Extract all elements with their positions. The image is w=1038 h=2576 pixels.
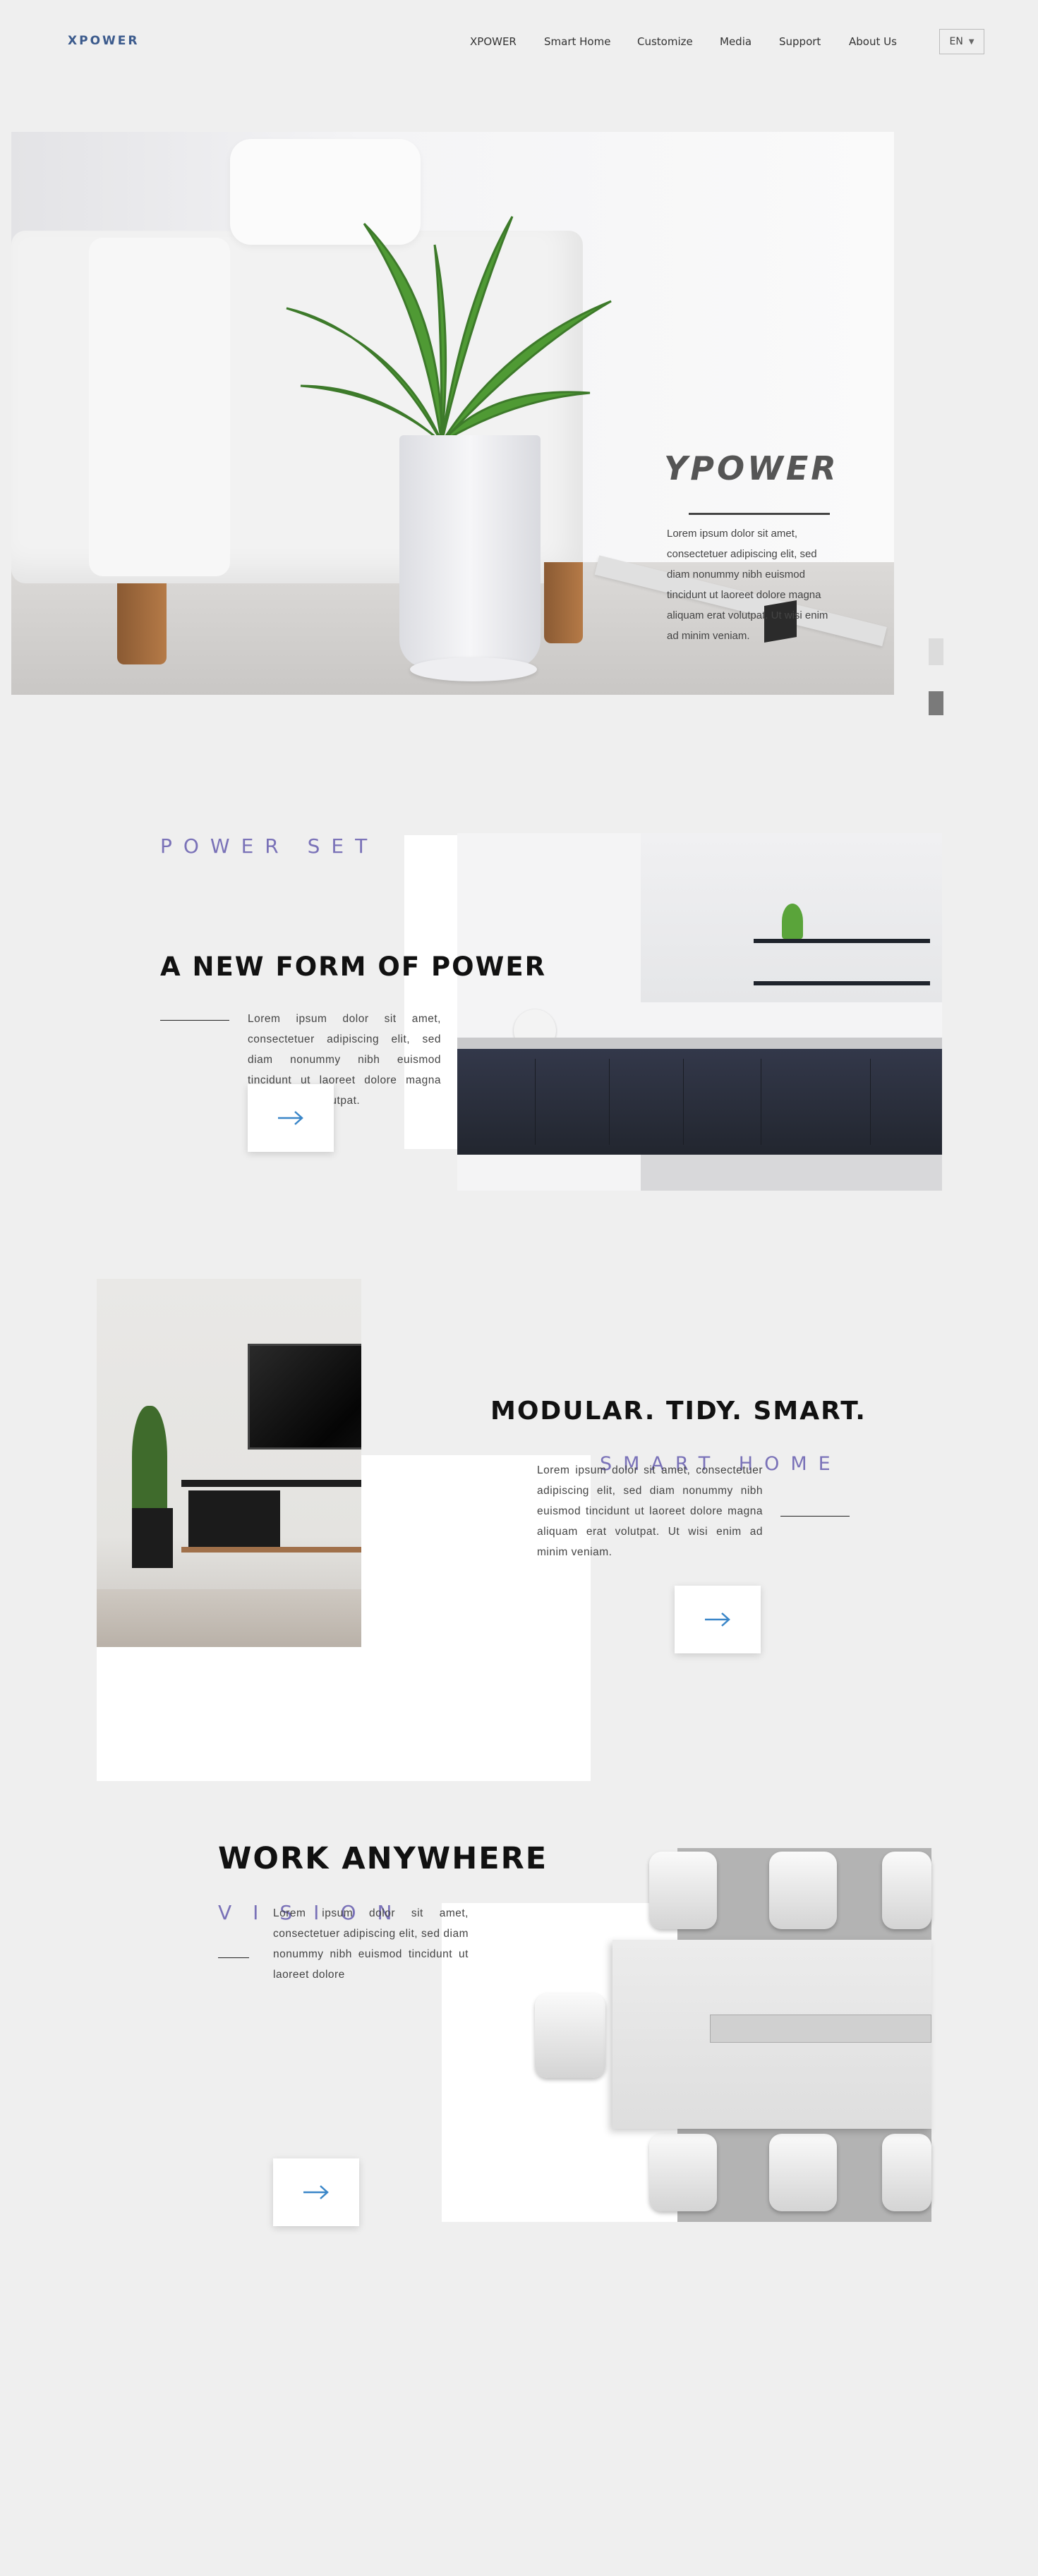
kitchen-floor [641,1155,942,1191]
sofa-leg [544,562,583,643]
plant-saucer [410,657,537,681]
nav-item-smart-home[interactable]: Smart Home [544,35,610,48]
plant-leaves-icon [286,216,612,444]
office-chair [649,2134,717,2211]
nav-item-about-us[interactable]: About Us [849,35,897,48]
nav-item-xpower[interactable]: XPOWER [470,35,517,48]
power-rail [710,2015,931,2043]
arrow-right-icon [705,1612,730,1627]
nav-item-media[interactable]: Media [720,35,752,48]
sofa-arm [89,238,230,576]
office-chair [882,1852,931,1929]
section-description: Lorem ipsum dolor sit amet, consectetuer… [537,1464,763,1558]
console-shelf [181,1547,361,1553]
office-chair [769,2134,837,2211]
nav-item-customize[interactable]: Customize [637,35,693,48]
cabinet-door [609,1059,610,1145]
plant-pot [399,435,541,668]
section-kicker: POWER SET [160,834,379,858]
power-set-more-button[interactable] [248,1084,334,1152]
kitchen-shelf [754,939,930,943]
kitchen-plant [782,904,803,939]
cabinet-door [683,1059,684,1145]
section-rule [160,1020,229,1021]
office-chair [535,1993,605,2078]
slide-indicator[interactable] [929,638,943,665]
living-plant [132,1406,167,1519]
slide-indicator-active[interactable] [929,691,943,715]
arrow-right-icon [278,1111,303,1125]
office-chair [882,2134,931,2211]
sofa-leg [117,583,167,664]
smart-home-more-button[interactable] [675,1586,761,1653]
office-chair [769,1852,837,1929]
cabinet-door [870,1059,871,1145]
language-select[interactable]: EN ▼ [939,29,984,54]
office-chair [649,1852,717,1929]
kitchen-shelf [754,981,930,985]
living-floor [97,1589,361,1647]
meeting-table [612,1940,931,2129]
kitchen-cabinets [457,1049,942,1155]
section-rule [780,1516,850,1517]
kitchen-image [457,833,942,1191]
section-rule [218,1957,249,1958]
hero-description: Lorem ipsum dolor sit amet, consectetuer… [667,528,828,642]
plant-pot [132,1508,173,1568]
hero-brand-logo: YPOWER [664,449,839,487]
section-title: A NEW FORM OF POWER [160,952,547,982]
section-description: Lorem ipsum dolor sit amet, consectetuer… [273,1907,469,1981]
work-anywhere-more-button[interactable] [273,2158,359,2226]
section-title: MODULAR. TIDY. SMART. [490,1397,867,1426]
console-top [181,1480,361,1487]
nav-item-support[interactable]: Support [779,35,821,48]
cabinet-door [535,1059,536,1145]
caret-down-icon: ▼ [968,37,974,46]
logo[interactable]: XPOWER [68,34,139,48]
living-room-image [97,1279,361,1647]
console-cabinet [188,1490,280,1547]
kitchen-counter [457,1038,942,1049]
language-value: EN [949,36,963,47]
hero-banner: YPOWER Lorem ipsum dolor sit amet, conse… [11,132,894,695]
section-title: WORK ANYWHERE [218,1841,548,1876]
tv-screen [248,1344,361,1450]
arrow-right-icon [303,2185,329,2199]
hero-brand-underline [689,513,830,515]
